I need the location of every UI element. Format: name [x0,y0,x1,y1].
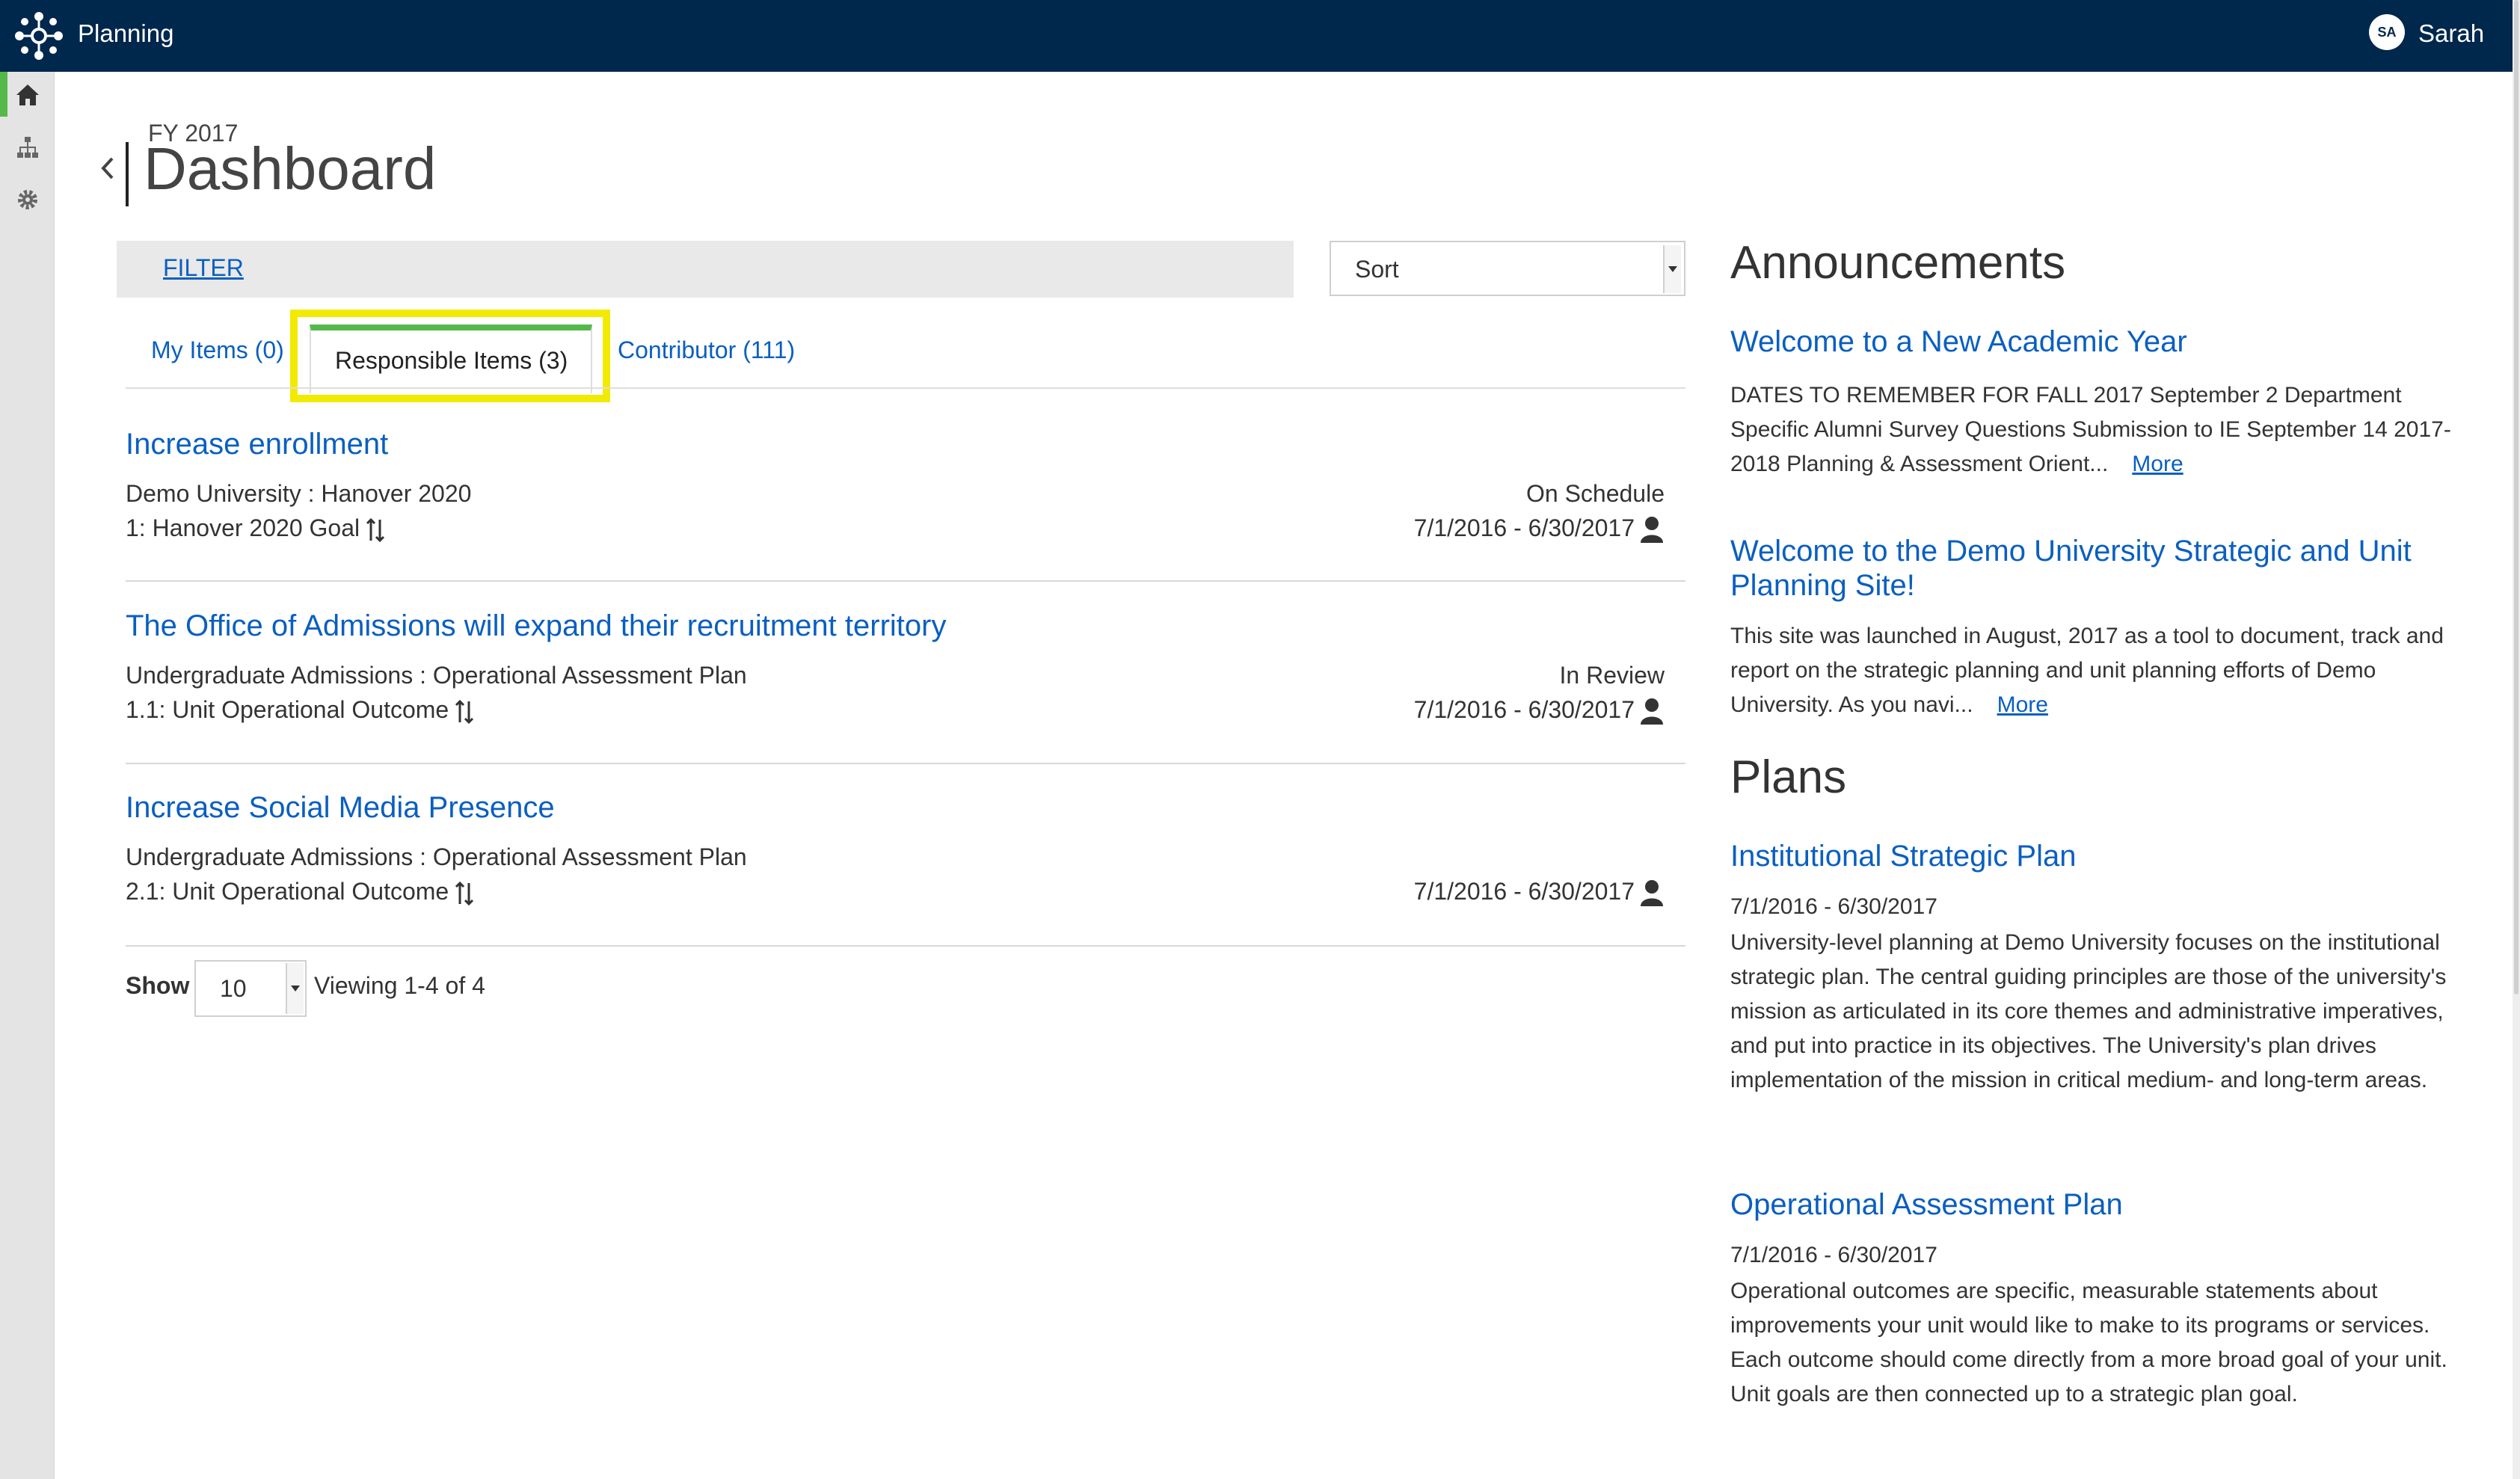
item-dates: 7/1/2016 - 6/30/2017 [1413,514,1635,541]
item-goal-label: 2.1: Unit Operational Outcome [126,878,449,905]
relationship-arrows-icon[interactable] [455,880,474,907]
plan-title-link[interactable]: Operational Assessment Plan [1730,1187,2478,1222]
list-item: Increase enrollment Demo University : Ha… [126,428,1665,555]
announcement-title-link[interactable]: Welcome to a New Academic Year [1730,325,2478,359]
person-icon[interactable] [1639,514,1665,544]
relationship-arrows-icon[interactable] [455,698,474,725]
tab-responsible-items-label: Responsible Items (3) [335,347,568,374]
announcement-text: DATES TO REMEMBER FOR FALL 2017 Septembe… [1730,378,2478,482]
sort-label: Sort [1355,256,1399,283]
item-goal: 1: Hanover 2020 Goal [126,514,385,544]
sidebar-item-settings[interactable] [0,176,54,221]
tabs-divider [126,387,1685,389]
announcement-body: DATES TO REMEMBER FOR FALL 2017 Septembe… [1730,383,2451,476]
title-accent-bar [126,142,129,206]
item-org: Undergraduate Admissions : Operational A… [126,662,747,689]
left-sidebar [0,72,55,1479]
scrollbar-thumb[interactable] [2514,0,2519,994]
announcements-heading: Announcements [1730,237,2066,289]
announcement-title-link[interactable]: Welcome to the Demo University Strategic… [1730,534,2478,603]
item-dates: 7/1/2016 - 6/30/2017 [1413,696,1635,723]
back-chevron-icon[interactable] [96,150,118,187]
person-icon[interactable] [1639,878,1665,908]
show-label: Show [126,972,190,999]
chevron-down-icon [286,963,304,1014]
org-chart-icon [17,137,38,158]
item-title-link[interactable]: Increase enrollment [126,428,388,461]
page-size-select[interactable]: 10 [194,960,307,1017]
top-navbar: Planning SA Sarah [0,0,2513,72]
item-org: Undergraduate Admissions : Operational A… [126,843,747,870]
item-title-link[interactable]: The Office of Admissions will expand the… [126,609,946,643]
item-goal-label: 1.1: Unit Operational Outcome [126,696,449,723]
person-icon[interactable] [1639,696,1665,726]
more-link[interactable]: More [2132,452,2183,476]
item-status: On Schedule [1525,480,1665,507]
item-org: Demo University : Hanover 2020 [126,480,472,507]
tab-contributor[interactable]: Contributor (111) [618,336,795,364]
announcement-body: This site was launched in August, 2017 a… [1730,624,2444,717]
sidebar-item-org-chart[interactable] [0,124,54,169]
item-goal-label: 1: Hanover 2020 Goal [126,514,360,541]
plan-description: University-level planning at Demo Univer… [1730,930,2447,1092]
relationship-arrows-icon[interactable] [366,517,385,544]
plan-description: Operational outcomes are specific, measu… [1730,1279,2447,1406]
item-dates: 7/1/2016 - 6/30/2017 [1413,878,1635,905]
filter-link[interactable]: FILTER [163,254,244,282]
plan-dates: 7/1/2016 - 6/30/2017 [1730,1243,1937,1267]
item-goal: 2.1: Unit Operational Outcome [126,878,474,907]
tab-responsible-items[interactable]: Responsible Items (3) [310,325,592,393]
planning-logo-icon[interactable] [13,10,64,61]
plans-heading: Plans [1730,751,1847,803]
plan-dates: 7/1/2016 - 6/30/2017 [1730,894,1937,919]
gear-icon [18,190,37,209]
viewing-count: Viewing 1-4 of 4 [314,972,485,999]
item-divider [126,945,1685,947]
plan-title-link[interactable]: Institutional Strategic Plan [1730,839,2478,873]
item-title-link[interactable]: Increase Social Media Presence [126,791,555,825]
home-icon [16,84,39,105]
item-status: In Review [1559,662,1665,689]
chevron-down-icon [1663,245,1681,293]
app-title[interactable]: Planning [78,19,173,48]
tab-my-items[interactable]: My Items (0) [151,336,284,364]
sidebar-item-home[interactable] [0,72,54,117]
user-avatar[interactable]: SA [2369,14,2405,50]
item-divider [126,580,1685,582]
item-divider [126,763,1685,764]
more-link[interactable]: More [1997,692,2048,717]
page-size-value: 10 [220,975,247,1002]
user-name[interactable]: Sarah [2418,19,2484,48]
sort-select[interactable]: Sort [1330,241,1685,296]
list-item: Increase Social Media Presence Undergrad… [126,791,1665,918]
filter-bar: FILTER [117,241,1294,298]
announcement-text: This site was launched in August, 2017 a… [1730,619,2478,722]
list-item: The Office of Admissions will expand the… [126,609,1665,737]
item-goal: 1.1: Unit Operational Outcome [126,696,474,725]
page-title: Dashboard [144,135,437,202]
